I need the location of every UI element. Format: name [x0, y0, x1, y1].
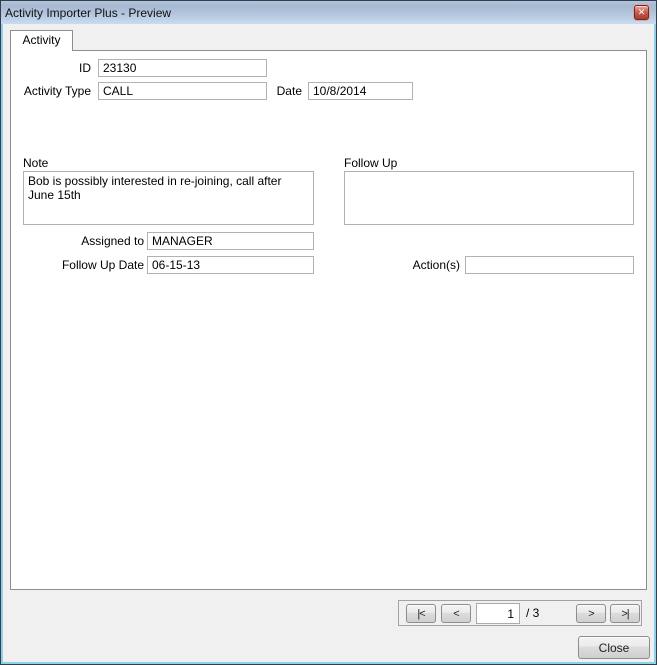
- assigned-to-field[interactable]: [147, 232, 314, 250]
- assigned-to-label: Assigned to: [11, 233, 144, 250]
- next-page-button[interactable]: >: [576, 604, 606, 623]
- tab-page-activity: ID Activity Type Date Note Bob is possib…: [10, 50, 647, 590]
- actions-field[interactable]: [465, 256, 634, 274]
- activity-type-label: Activity Type: [11, 83, 91, 100]
- close-icon[interactable]: ✕: [634, 5, 649, 20]
- first-page-button[interactable]: |<: [406, 604, 436, 623]
- follow-up-label: Follow Up: [344, 155, 397, 172]
- titlebar[interactable]: Activity Importer Plus - Preview ✕: [1, 1, 656, 24]
- id-field[interactable]: [98, 59, 267, 77]
- note-label: Note: [23, 155, 48, 172]
- date-field[interactable]: [308, 82, 413, 100]
- actions-label: Action(s): [341, 257, 460, 274]
- follow-up-field[interactable]: [344, 171, 634, 225]
- follow-up-date-field[interactable]: [147, 256, 314, 274]
- date-label: Date: [241, 83, 302, 100]
- id-label: ID: [11, 60, 91, 77]
- close-button[interactable]: Close: [578, 636, 650, 659]
- client-area: Activity ID Activity Type Date Note Bob …: [3, 24, 654, 662]
- pager-panel: |< < / 3 > >|: [398, 600, 642, 626]
- follow-up-date-label: Follow Up Date: [11, 257, 144, 274]
- note-field[interactable]: Bob is possibly interested in re-joining…: [23, 171, 314, 225]
- last-page-button[interactable]: >|: [610, 604, 640, 623]
- prev-page-button[interactable]: <: [441, 604, 471, 623]
- window-body: Activity ID Activity Type Date Note Bob …: [1, 24, 656, 664]
- page-number-input[interactable]: [476, 603, 520, 624]
- window-title: Activity Importer Plus - Preview: [1, 6, 171, 20]
- tab-activity[interactable]: Activity: [10, 30, 73, 51]
- page-total-label: / 3: [526, 601, 539, 626]
- dialog-window: Activity Importer Plus - Preview ✕ Activ…: [0, 0, 657, 665]
